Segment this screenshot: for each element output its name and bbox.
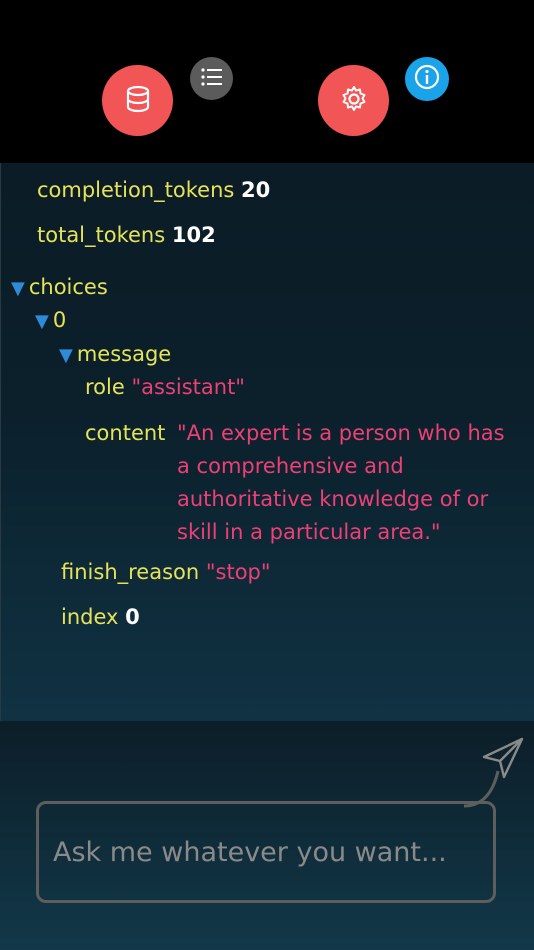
message-input[interactable]	[36, 801, 496, 903]
finish-reason-value: "stop"	[205, 560, 271, 584]
expand-triangle-icon: ▼	[35, 311, 49, 332]
list-button[interactable]	[190, 57, 233, 100]
completion-tokens-row: completion_tokens 20	[37, 177, 270, 203]
message-toggle[interactable]: ▼ message	[59, 341, 171, 369]
info-button[interactable]	[405, 57, 449, 101]
gear-icon	[339, 84, 369, 118]
finish-reason-row: finish_reason "stop"	[61, 559, 271, 585]
content-value: "An expert is a person who has a compreh…	[177, 421, 505, 544]
expand-triangle-icon: ▼	[11, 278, 25, 299]
send-button[interactable]	[482, 737, 524, 779]
role-value: "assistant"	[131, 375, 245, 399]
total-tokens-row: total_tokens 102	[37, 222, 216, 248]
database-button[interactable]	[102, 65, 173, 136]
list-icon	[200, 67, 224, 91]
content-key-row: content	[85, 420, 165, 446]
database-icon	[123, 84, 153, 118]
role-key: role	[85, 375, 125, 399]
expand-triangle-icon: ▼	[59, 345, 73, 366]
composer-area	[0, 721, 534, 950]
settings-button[interactable]	[318, 65, 389, 136]
index-row: index 0	[61, 604, 140, 630]
finish-reason-key: finish_reason	[61, 560, 200, 584]
index-value: 0	[125, 605, 140, 629]
content-key: content	[85, 421, 166, 445]
info-icon	[414, 64, 440, 94]
total-tokens-value: 102	[171, 223, 216, 247]
top-toolbar	[0, 0, 534, 163]
total-tokens-key: total_tokens	[37, 223, 166, 247]
choices-toggle[interactable]: ▼ choices	[11, 274, 108, 302]
json-response-viewer: completion_tokens 20 total_tokens 102 ▼ c…	[0, 163, 534, 721]
completion-tokens-value: 20	[241, 178, 271, 202]
choice-0-toggle[interactable]: ▼ 0	[35, 307, 66, 335]
choices-key: choices	[28, 275, 108, 299]
message-key: message	[76, 342, 172, 366]
index-key: index	[61, 605, 119, 629]
completion-tokens-key: completion_tokens	[37, 178, 235, 202]
choice-index-key: 0	[52, 308, 67, 332]
role-row: role "assistant"	[85, 374, 245, 400]
send-icon	[482, 737, 524, 783]
